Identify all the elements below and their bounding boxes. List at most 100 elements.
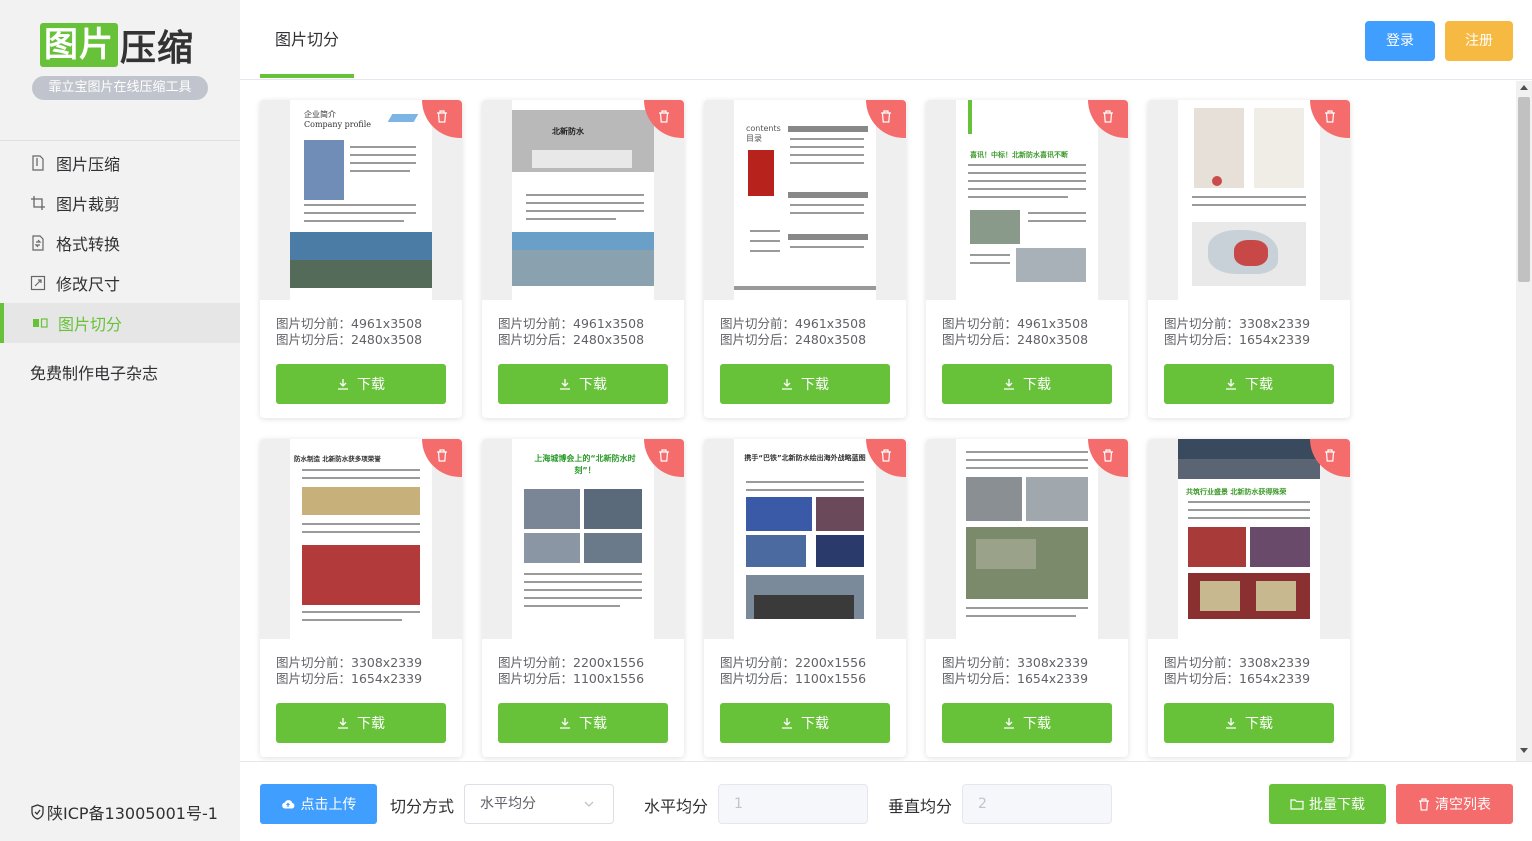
tab-active-indicator — [260, 74, 354, 78]
free-magazine-link[interactable]: 免费制作电子杂志 — [30, 360, 158, 384]
size-after: 图片切分后：1654x2339 — [1164, 671, 1311, 686]
download-label: 下载 — [579, 716, 607, 732]
download-button[interactable]: 下载 — [942, 703, 1112, 743]
trash-icon — [659, 449, 669, 462]
split-mode-value: 水平均分 — [480, 796, 536, 812]
image-card: 图片切分前：3308x2339 图片切分后：1654x2339 下载 — [926, 439, 1128, 757]
image-card: contents 目录 图片切分前：4961x3508 图片切分后：2480x3… — [704, 100, 906, 418]
size-before: 图片切分前：3308x2339 — [1164, 655, 1311, 670]
tab-image-split[interactable]: 图片切分 — [260, 0, 354, 80]
vertical-scrollbar[interactable] — [1516, 81, 1532, 761]
logo-subtitle: 霏立宝图片在线压缩工具 — [32, 76, 208, 100]
logo[interactable]: 图片 压缩 霏立宝图片在线压缩工具 — [32, 22, 208, 102]
batch-download-button[interactable]: 批量下载 — [1269, 784, 1386, 824]
size-after: 图片切分后：1654x2339 — [276, 671, 423, 686]
thumb-caption: 喜讯！中标！北新防水喜讯不断 — [970, 151, 1068, 159]
split-mode-label: 切分方式 — [390, 797, 455, 816]
cloud-upload-icon — [281, 800, 294, 809]
download-button[interactable]: 下载 — [498, 364, 668, 404]
download-button[interactable]: 下载 — [1164, 703, 1334, 743]
scroll-up-arrow-icon[interactable] — [1520, 85, 1528, 90]
image-thumbnail[interactable]: 防水制造 北新防水获多项荣誉 — [260, 439, 462, 639]
vertical-split-label: 垂直均分 — [888, 797, 953, 816]
sidebar-item-split[interactable]: 图片切分 — [0, 303, 240, 343]
thumb-caption: 企业简介 Company profile — [304, 110, 372, 129]
download-label: 下载 — [579, 377, 607, 393]
download-button[interactable]: 下载 — [276, 703, 446, 743]
download-button[interactable]: 下载 — [276, 364, 446, 404]
download-button[interactable]: 下载 — [942, 364, 1112, 404]
size-info: 图片切分前：4961x3508 图片切分后：2480x3508 — [942, 316, 1088, 348]
size-after: 图片切分后：2480x3508 — [942, 332, 1089, 347]
sidebar-item-label: 图片切分 — [58, 315, 123, 334]
sidebar-divider — [0, 140, 240, 141]
crop-icon — [30, 195, 46, 211]
download-icon — [1004, 718, 1014, 729]
horizontal-split-label: 水平均分 — [644, 797, 709, 816]
download-icon — [338, 718, 348, 729]
sidebar: 图片 压缩 霏立宝图片在线压缩工具 图片压缩 图片裁剪 格式转换 修改尺寸 图片… — [0, 0, 240, 841]
split-mode-select[interactable]: 水平均分 — [464, 784, 614, 824]
image-card: 携手“巴铁”北新防水绘出海外战略蓝图 图片切分前：2200x1556 图片切分后… — [704, 439, 906, 757]
sidebar-item-crop[interactable]: 图片裁剪 — [0, 183, 240, 223]
image-thumbnail[interactable] — [926, 439, 1128, 639]
trash-icon — [1325, 110, 1335, 123]
icp-record[interactable]: 陕ICP备13005001号-1 — [30, 800, 218, 824]
download-label: 下载 — [1023, 377, 1051, 393]
image-thumbnail[interactable]: 上海城博会上的“北新防水时刻”！ — [482, 439, 684, 639]
image-thumbnail[interactable] — [1148, 100, 1350, 300]
image-thumbnail[interactable]: 喜讯！中标！北新防水喜讯不断 — [926, 100, 1128, 300]
download-label: 下载 — [1245, 716, 1273, 732]
trash-icon — [659, 110, 669, 123]
sidebar-item-label: 图片压缩 — [56, 155, 121, 174]
image-thumbnail[interactable]: 北新防水 — [482, 100, 684, 300]
scroll-down-arrow-icon[interactable] — [1520, 748, 1528, 753]
sidebar-item-convert[interactable]: 格式转换 — [0, 223, 240, 263]
clear-list-button[interactable]: 清空列表 — [1396, 784, 1513, 824]
logo-main: 图片 压缩 — [40, 22, 200, 69]
trash-icon — [437, 449, 447, 462]
size-info: 图片切分前：4961x3508 图片切分后：2480x3508 — [276, 316, 422, 348]
download-icon — [1226, 718, 1236, 729]
login-button[interactable]: 登录 — [1365, 21, 1435, 61]
sidebar-item-label: 修改尺寸 — [56, 275, 121, 294]
download-icon — [1004, 379, 1014, 390]
download-label: 下载 — [357, 377, 385, 393]
sidebar-item-compress[interactable]: 图片压缩 — [0, 143, 240, 183]
size-after: 图片切分后：1100x1556 — [720, 671, 867, 686]
upload-button[interactable]: 点击上传 — [260, 784, 377, 824]
size-before: 图片切分前：3308x2339 — [942, 655, 1089, 670]
vertical-split-input[interactable]: 2 — [962, 784, 1112, 824]
thumb-caption: 携手“巴铁”北新防水绘出海外战略蓝图 — [744, 454, 866, 462]
sidebar-item-resize[interactable]: 修改尺寸 — [0, 263, 240, 303]
size-info: 图片切分前：3308x2339 图片切分后：1654x2339 — [942, 655, 1088, 687]
thumb-caption: contents 目录 — [746, 124, 781, 143]
scrollbar-thumb[interactable] — [1518, 97, 1530, 282]
resize-icon — [30, 275, 46, 291]
download-label: 下载 — [801, 377, 829, 393]
download-button[interactable]: 下载 — [720, 703, 890, 743]
size-before: 图片切分前：3308x2339 — [1164, 316, 1311, 331]
image-card: 上海城博会上的“北新防水时刻”！ 图片切分前：2200x1556 图片切分后：1… — [482, 439, 684, 757]
image-thumbnail[interactable]: contents 目录 — [704, 100, 906, 300]
image-thumbnail[interactable]: 携手“巴铁”北新防水绘出海外战略蓝图 — [704, 439, 906, 639]
size-before: 图片切分前：2200x1556 — [720, 655, 867, 670]
bottom-toolbar: 点击上传 切分方式 水平均分 水平均分 1 垂直均分 2 批量下载 清空列表 — [240, 761, 1532, 841]
thumb-caption: 防水制造 北新防水获多项荣誉 — [294, 455, 381, 463]
trash-icon — [1325, 449, 1335, 462]
batch-download-label: 批量下载 — [1309, 797, 1365, 813]
register-button[interactable]: 注册 — [1445, 21, 1513, 61]
download-button[interactable]: 下载 — [498, 703, 668, 743]
image-card: 喜讯！中标！北新防水喜讯不断 图片切分前：4961x3508 图片切分后：248… — [926, 100, 1128, 418]
trash-icon — [1103, 110, 1113, 123]
sidebar-item-label: 格式转换 — [56, 235, 121, 254]
sidebar-menu: 图片压缩 图片裁剪 格式转换 修改尺寸 图片切分 — [0, 143, 240, 343]
image-thumbnail[interactable]: 企业简介 Company profile — [260, 100, 462, 300]
trash-icon — [437, 110, 447, 123]
image-thumbnail[interactable]: 共筑行业盛景 北新防水获得殊荣 — [1148, 439, 1350, 639]
size-after: 图片切分后：1654x2339 — [942, 671, 1089, 686]
download-button[interactable]: 下载 — [720, 364, 890, 404]
horizontal-split-input[interactable]: 1 — [718, 784, 868, 824]
download-button[interactable]: 下载 — [1164, 364, 1334, 404]
trash-icon — [1419, 797, 1429, 811]
